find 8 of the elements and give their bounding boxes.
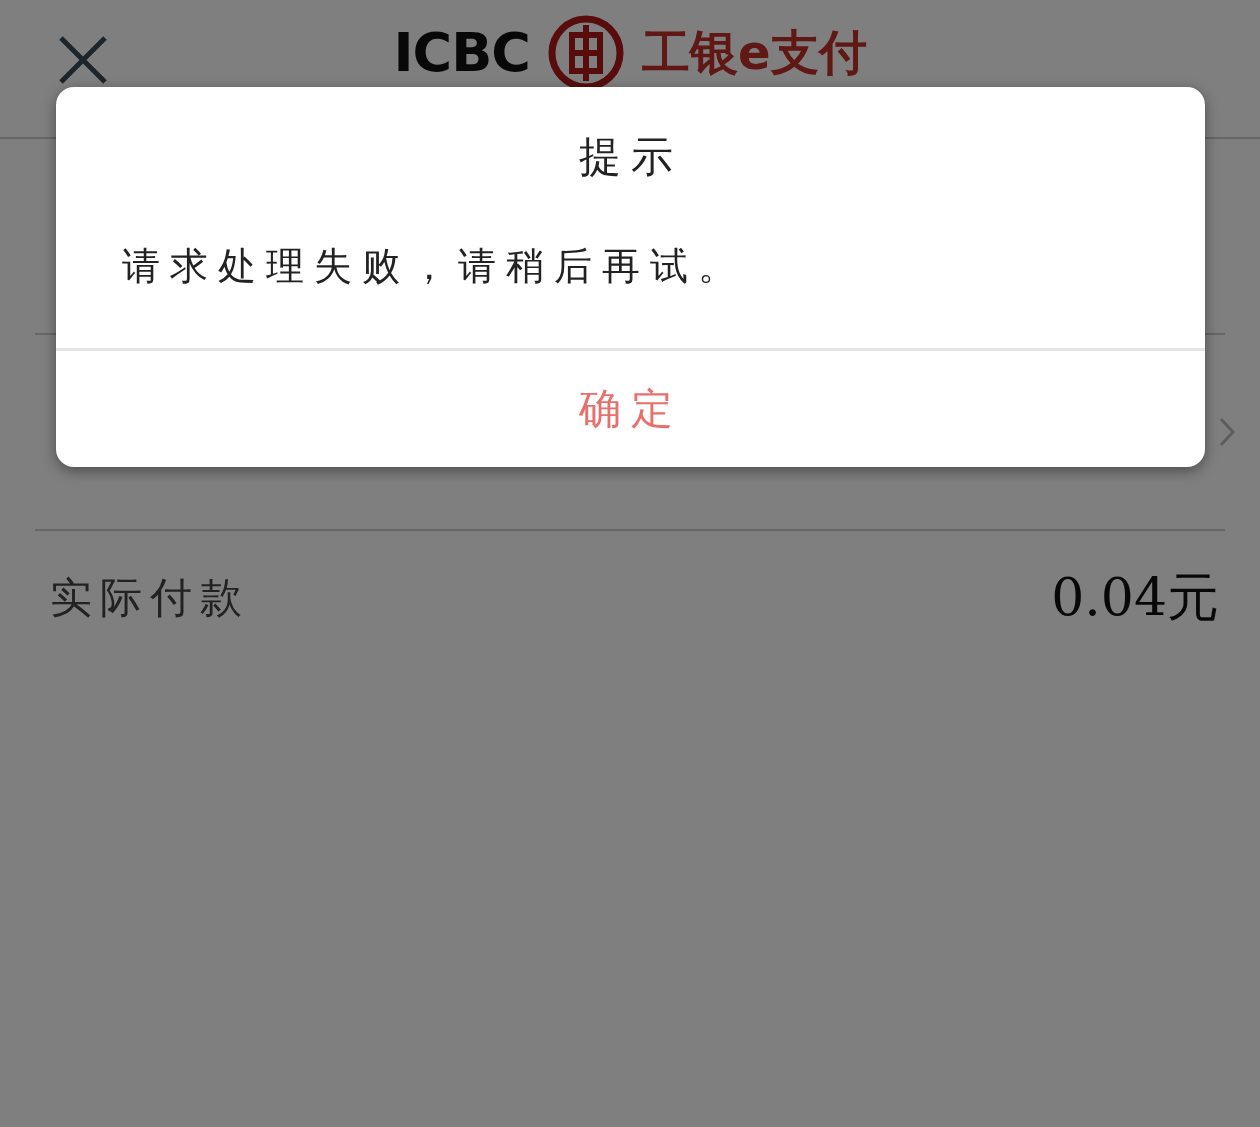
confirm-button[interactable]: 确定 (56, 351, 1205, 467)
brand-text: 工银e支付 (641, 22, 867, 82)
dialog-message: 请求处理失败，请稍后再试。 (56, 221, 1205, 351)
close-icon[interactable] (58, 35, 108, 85)
amount-label: 实际付款 (50, 572, 250, 624)
dialog-title: 提示 (577, 131, 684, 183)
amount-value: 0.04元 (1051, 566, 1219, 629)
logo-text: ICBC (393, 21, 530, 84)
